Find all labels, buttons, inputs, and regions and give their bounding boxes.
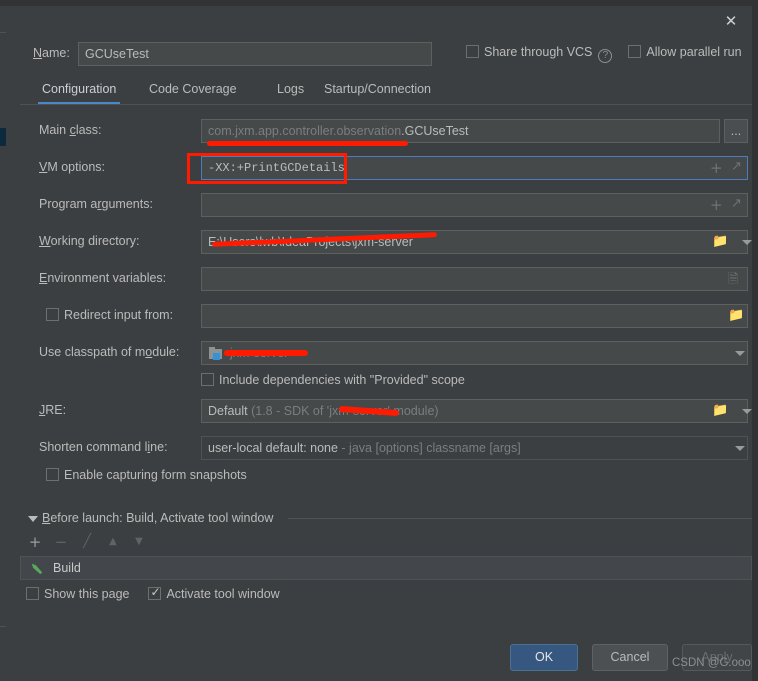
program-arguments-expand-icon[interactable]: ↗: [731, 196, 742, 211]
close-icon[interactable]: ✕: [720, 10, 742, 32]
list-item-label: Build: [53, 561, 81, 575]
vm-options-row: VM options: -XX:+PrintGCDetails + ↗: [20, 156, 752, 180]
jre-dropdown-icon[interactable]: [742, 409, 752, 414]
jre-label: JRE:: [39, 403, 67, 417]
help-icon[interactable]: ?: [598, 49, 613, 63]
watermark: CSDN @G.ooo: [672, 657, 751, 669]
build-hammer-icon: [31, 563, 43, 575]
program-arguments-input[interactable]: [201, 193, 748, 217]
edit-button: ╱: [83, 534, 91, 549]
environment-variables-label: Environment variables:: [39, 271, 167, 285]
include-provided-row: Include dependencies with "Provided" sco…: [20, 371, 752, 395]
shorten-command-line-row: Shorten command line: user-local default…: [20, 436, 752, 460]
environment-variables-row: Environment variables: 🗎: [20, 267, 752, 291]
cancel-button[interactable]: Cancel: [592, 644, 668, 671]
ok-button[interactable]: OK: [510, 644, 578, 671]
jre-row: JRE: Default (1.8 - SDK of 'jxm-server' …: [20, 399, 752, 423]
redirect-input-label: Redirect input from:: [64, 308, 174, 322]
redaction-mark-module: [224, 350, 308, 356]
working-directory-row: Working directory: E:\Users\lwb\IdeaProj…: [20, 230, 752, 254]
main-class-input[interactable]: com.jxm.app.controller.observation.GCUse…: [201, 119, 720, 143]
vcs-options: Share through VCS? Allow parallel run: [466, 45, 748, 65]
desktop-right-strip: [752, 0, 758, 681]
redaction-mark-main-class: [207, 141, 408, 146]
environment-variables-editor-icon[interactable]: 🗎: [728, 270, 738, 292]
shorten-command-line-value: user-local default: none: [208, 441, 338, 455]
enable-form-snapshots-row: Enable capturing form snapshots: [20, 466, 752, 490]
jre-value-prefix: Default: [208, 404, 248, 418]
before-launch-divider: [288, 518, 752, 519]
enable-form-snapshots-label: Enable capturing form snapshots: [64, 468, 247, 482]
dialog-footer: OK Cancel Apply: [6, 644, 752, 680]
redirect-input-checkbox[interactable]: [46, 308, 59, 321]
tab-configuration[interactable]: Configuration: [38, 78, 121, 104]
remove-button: −: [54, 533, 68, 551]
tab-startup-connection[interactable]: Startup/Connection: [320, 78, 435, 104]
enable-form-snapshots-group: Enable capturing form snapshots: [46, 468, 247, 482]
module-icon: [209, 347, 224, 360]
name-input[interactable]: [78, 42, 432, 66]
working-directory-browse-icon[interactable]: 📁: [712, 234, 728, 249]
add-button[interactable]: +: [26, 533, 44, 551]
use-classpath-of-module-dropdown-icon[interactable]: [735, 351, 745, 356]
before-launch-toolbar: + − ╱ ▲ ▼: [26, 533, 226, 553]
redirect-input-field[interactable]: [201, 304, 748, 328]
redirect-input-row: Redirect input from: 📁: [20, 304, 752, 328]
name-row: Name: Share through VCS?Allow parallel r…: [6, 42, 752, 68]
main-class-value-redacted: com.jxm.app.controller.observation: [208, 124, 402, 138]
before-launch-options: Show this page Activate tool window: [26, 585, 280, 605]
program-arguments-add-icon[interactable]: +: [710, 196, 723, 214]
jre-combo[interactable]: Default (1.8 - SDK of 'jxm-server' modul…: [201, 399, 748, 423]
move-up-button: ▲: [109, 536, 117, 547]
list-item[interactable]: Build: [20, 556, 752, 580]
program-arguments-row: Program arguments: + ↗: [20, 193, 752, 217]
main-class-browse-button[interactable]: ...: [724, 119, 748, 143]
redirect-input-browse-icon[interactable]: 📁: [728, 308, 744, 323]
main-class-value-visible: .GCUseTest: [401, 124, 469, 138]
share-through-vcs-checkbox[interactable]: [466, 45, 479, 58]
jre-browse-icon[interactable]: 📁: [712, 403, 728, 418]
vm-options-input[interactable]: -XX:+PrintGCDetails: [201, 156, 748, 180]
screen: ✕ Name: Share through VCS?Allow parallel…: [0, 0, 758, 681]
before-launch-header: Before launch: Build, Activate tool wind…: [20, 511, 752, 527]
enable-form-snapshots-checkbox[interactable]: [46, 468, 59, 481]
include-provided-checkbox[interactable]: [201, 373, 214, 386]
allow-parallel-run-checkbox[interactable]: [628, 45, 642, 58]
configuration-panel: Main class: com.jxm.app.controller.obser…: [20, 105, 752, 494]
vm-options-expand-icon[interactable]: ↗: [731, 159, 742, 174]
main-class-row: Main class: com.jxm.app.controller.obser…: [20, 119, 752, 146]
program-arguments-label: Program arguments:: [39, 197, 153, 211]
show-this-page-checkbox[interactable]: [26, 587, 39, 600]
use-classpath-of-module-label: Use classpath of module:: [39, 345, 180, 359]
activate-tool-window-checkbox[interactable]: [148, 585, 162, 600]
tab-logs[interactable]: Logs: [273, 78, 308, 104]
working-directory-dropdown-icon[interactable]: [742, 240, 752, 245]
shorten-command-line-combo[interactable]: user-local default: none - java [options…: [201, 436, 748, 460]
run-configuration-dialog: ✕ Name: Share through VCS?Allow parallel…: [6, 6, 752, 681]
config-tabs: Configuration Code Coverage Logs Startup…: [20, 78, 752, 106]
dialog-titlebar: ✕: [6, 6, 752, 36]
allow-parallel-run-label: Allow parallel run: [646, 45, 742, 59]
vm-options-add-icon[interactable]: +: [710, 159, 723, 177]
tab-code-coverage[interactable]: Code Coverage: [145, 78, 241, 104]
share-through-vcs-label: Share through VCS: [484, 45, 593, 59]
move-down-button: ▼: [135, 536, 143, 547]
shorten-command-line-label: Shorten command line:: [39, 440, 168, 454]
shorten-command-line-dropdown-icon[interactable]: [735, 446, 745, 451]
main-class-label: Main class:: [39, 123, 102, 137]
vm-options-label: VM options:: [39, 160, 106, 174]
include-provided-label: Include dependencies with "Provided" sco…: [219, 373, 465, 387]
before-launch-title: Before launch: Build, Activate tool wind…: [42, 511, 274, 525]
jre-value-suffix-a: (1.8 - SDK of ': [247, 404, 330, 418]
redirect-input-checkbox-group: Redirect input from:: [46, 308, 173, 322]
shorten-command-line-hint: - java [options] classname [args]: [337, 441, 521, 455]
triangle-down-icon[interactable]: [28, 516, 38, 522]
working-directory-label: Working directory:: [39, 234, 140, 248]
include-provided-group: Include dependencies with "Provided" sco…: [201, 373, 465, 387]
activate-tool-window-label: Activate tool window: [166, 587, 280, 601]
environment-variables-input[interactable]: [201, 267, 748, 291]
use-classpath-of-module-row: Use classpath of module: jxm-server: [20, 341, 752, 365]
show-this-page-label: Show this page: [44, 587, 130, 601]
